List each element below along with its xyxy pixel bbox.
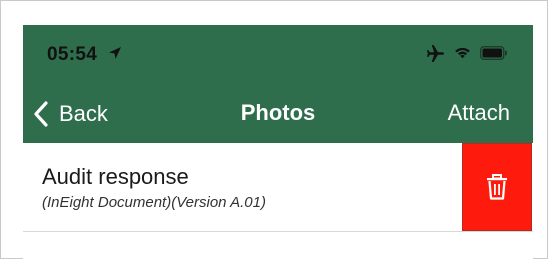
- row-divider: [23, 231, 533, 232]
- document-subtitle: (InEight Document)(Version A.01): [42, 194, 266, 211]
- location-arrow-icon: [109, 47, 121, 59]
- status-bar: 05:54: [23, 25, 533, 85]
- attach-button[interactable]: Attach: [448, 100, 510, 126]
- battery-icon: [480, 46, 507, 60]
- delete-button[interactable]: [462, 143, 532, 231]
- navigation-bar: Back Photos Attach: [23, 85, 533, 143]
- phone-screen: 05:54 Back Photos Attach Audit response …: [23, 25, 533, 259]
- list-item[interactable]: Audit response (InEight Document)(Versio…: [23, 143, 533, 231]
- trash-icon: [487, 174, 507, 200]
- app-header: 05:54 Back Photos Attach: [23, 25, 533, 143]
- airplane-icon: [426, 44, 445, 63]
- document-title: Audit response: [42, 164, 189, 189]
- wifi-icon: [455, 47, 470, 59]
- status-time: 05:54: [47, 44, 98, 65]
